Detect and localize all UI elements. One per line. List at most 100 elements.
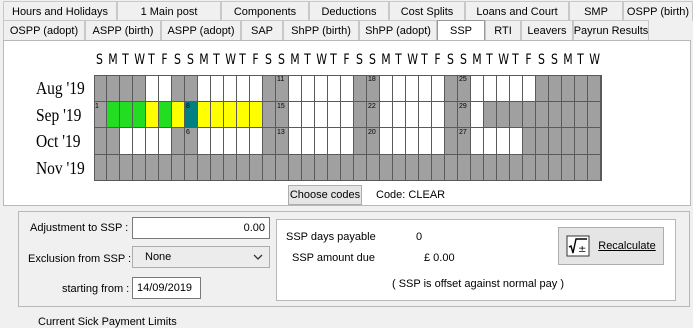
calendar-day-cell[interactable]	[575, 128, 588, 155]
calendar-day-cell[interactable]	[302, 154, 315, 181]
calendar-day-cell[interactable]	[536, 101, 549, 128]
calendar-day-cell[interactable]	[406, 128, 419, 155]
calendar-day-cell[interactable]	[432, 128, 445, 155]
tab-shpp-birth[interactable]: ShPP (birth)	[283, 20, 359, 40]
calendar-day-cell[interactable]	[328, 75, 341, 102]
calendar-day-cell[interactable]	[367, 154, 380, 181]
calendar-day-cell[interactable]	[523, 75, 536, 102]
tab-components[interactable]: Components	[221, 1, 309, 21]
calendar-day-cell[interactable]	[354, 128, 367, 155]
calendar-day-cell[interactable]	[575, 101, 588, 128]
calendar-day-cell[interactable]	[380, 101, 393, 128]
calendar-day-cell[interactable]	[185, 154, 198, 181]
calendar-day-cell[interactable]	[328, 101, 341, 128]
calendar-day-cell[interactable]	[107, 101, 120, 128]
calendar-day-cell[interactable]	[315, 154, 328, 181]
calendar-day-cell[interactable]	[497, 128, 510, 155]
calendar-day-cell[interactable]	[302, 101, 315, 128]
calendar-day-cell[interactable]	[133, 101, 146, 128]
calendar-day-cell[interactable]: 1	[94, 101, 107, 128]
calendar-day-cell[interactable]	[445, 101, 458, 128]
calendar-day-cell[interactable]	[575, 154, 588, 181]
calendar-day-cell[interactable]	[302, 75, 315, 102]
calendar-day-cell[interactable]	[237, 101, 250, 128]
calendar-day-cell[interactable]	[120, 101, 133, 128]
tab-ssp[interactable]: SSP	[437, 20, 485, 40]
adjustment-input[interactable]: 0.00	[132, 217, 270, 239]
calendar-day-cell[interactable]	[549, 154, 562, 181]
calendar-day-cell[interactable]	[224, 101, 237, 128]
tab-ospp-adopt[interactable]: OSPP (adopt)	[3, 20, 85, 40]
calendar-day-cell[interactable]	[107, 128, 120, 155]
calendar-day-cell[interactable]	[211, 128, 224, 155]
calendar-day-cell[interactable]	[471, 101, 484, 128]
calendar-day-cell[interactable]	[172, 101, 185, 128]
calendar-day-cell[interactable]	[289, 154, 302, 181]
calendar-day-cell[interactable]	[562, 101, 575, 128]
calendar-day-cell[interactable]	[341, 128, 354, 155]
calendar-day-cell[interactable]	[393, 154, 406, 181]
calendar-day-cell[interactable]	[419, 128, 432, 155]
calendar-day-cell[interactable]	[471, 128, 484, 155]
calendar-day-cell[interactable]	[549, 75, 562, 102]
calendar-day-cell[interactable]	[588, 75, 601, 102]
calendar-day-cell[interactable]	[562, 128, 575, 155]
calendar-day-cell[interactable]	[263, 154, 276, 181]
calendar-day-cell[interactable]	[133, 128, 146, 155]
calendar-day-cell[interactable]	[380, 75, 393, 102]
calendar-day-cell[interactable]	[523, 154, 536, 181]
calendar-day-cell[interactable]	[588, 128, 601, 155]
calendar-day-cell[interactable]	[94, 128, 107, 155]
calendar-day-cell[interactable]	[315, 128, 328, 155]
tab-cost-splits[interactable]: Cost Splits	[389, 1, 465, 21]
calendar-day-cell[interactable]	[510, 101, 523, 128]
calendar-day-cell[interactable]	[393, 75, 406, 102]
calendar-day-cell[interactable]	[536, 75, 549, 102]
calendar-day-cell[interactable]	[237, 75, 250, 102]
calendar-day-cell[interactable]	[172, 128, 185, 155]
tab-aspp-adopt[interactable]: ASPP (adopt)	[161, 20, 241, 40]
calendar-day-cell[interactable]: 18	[367, 75, 380, 102]
calendar-day-cell[interactable]	[536, 128, 549, 155]
calendar-day-cell[interactable]	[146, 75, 159, 102]
calendar-day-cell[interactable]	[510, 75, 523, 102]
calendar-day-cell[interactable]	[159, 128, 172, 155]
calendar-day-cell[interactable]: 8	[185, 101, 198, 128]
calendar-day-cell[interactable]	[380, 128, 393, 155]
calendar-day-cell[interactable]	[159, 154, 172, 181]
calendar-day-cell[interactable]	[133, 154, 146, 181]
calendar-day-cell[interactable]	[263, 128, 276, 155]
calendar-day-cell[interactable]	[445, 154, 458, 181]
tab-rti[interactable]: RTI	[485, 20, 521, 40]
calendar-day-cell[interactable]	[224, 75, 237, 102]
calendar-day-cell[interactable]	[458, 154, 471, 181]
calendar-day-cell[interactable]	[302, 128, 315, 155]
calendar-day-cell[interactable]	[198, 154, 211, 181]
calendar-day-cell[interactable]	[354, 75, 367, 102]
calendar-day-cell[interactable]	[419, 154, 432, 181]
calendar-day-cell[interactable]	[224, 128, 237, 155]
calendar-day-cell[interactable]	[562, 154, 575, 181]
calendar-day-cell[interactable]	[146, 154, 159, 181]
calendar-day-cell[interactable]	[94, 154, 107, 181]
calendar-day-cell[interactable]	[380, 154, 393, 181]
calendar-day-cell[interactable]	[484, 101, 497, 128]
calendar-day-cell[interactable]: 29	[458, 101, 471, 128]
calendar-day-cell[interactable]	[315, 101, 328, 128]
tab-smp[interactable]: SMP	[569, 1, 623, 21]
calendar-day-cell[interactable]	[341, 154, 354, 181]
calendar-day-cell[interactable]	[198, 75, 211, 102]
calendar-day-cell[interactable]	[211, 101, 224, 128]
calendar-day-cell[interactable]	[250, 128, 263, 155]
calendar-day-cell[interactable]	[432, 75, 445, 102]
calendar-day-cell[interactable]	[393, 128, 406, 155]
starting-from-input[interactable]: 14/09/2019	[132, 277, 201, 299]
calendar-day-cell[interactable]	[510, 154, 523, 181]
calendar-day-cell[interactable]: 15	[276, 101, 289, 128]
calendar-day-cell[interactable]	[341, 75, 354, 102]
tab-deductions[interactable]: Deductions	[309, 1, 389, 21]
calendar-day-cell[interactable]	[211, 154, 224, 181]
calendar-day-cell[interactable]	[445, 128, 458, 155]
calendar-day-cell[interactable]	[549, 101, 562, 128]
calendar-day-cell[interactable]	[393, 101, 406, 128]
